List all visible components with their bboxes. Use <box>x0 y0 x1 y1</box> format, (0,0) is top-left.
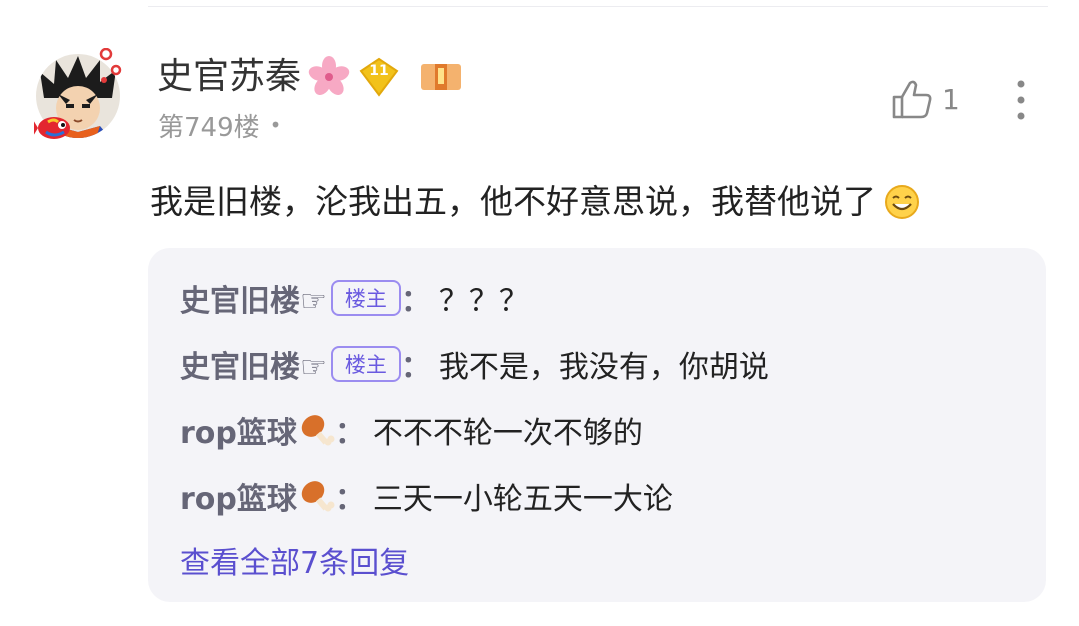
reply-item[interactable]: 史官旧楼☞ 楼主 ： 我不是，我没有，你胡说 <box>180 340 769 388</box>
level-badge-icon: 11 <box>357 57 401 97</box>
comment-content: 我是旧楼，沦我出五，他不好意思说，我替他说了 <box>150 178 1060 226</box>
owner-badge: 楼主 <box>330 280 401 316</box>
floor-dot: • <box>269 113 282 137</box>
reply-text: ？？？ <box>438 284 529 319</box>
drumstick-icon <box>301 415 335 446</box>
reply-text: 三天一小轮五天一大论 <box>372 482 673 517</box>
koi-fish-icon <box>34 117 70 139</box>
reply-item[interactable]: rop篮球 ： 不不不轮一次不够的 <box>180 406 643 454</box>
comment-text: 我是旧楼，沦我出五，他不好意思说，我替他说了 <box>150 182 876 221</box>
reply-colon: ： <box>400 284 431 319</box>
medal-icon <box>421 64 462 90</box>
username-row: 史官苏秦 11 <box>157 52 463 102</box>
reply-colon: ： <box>334 416 365 451</box>
reply-item[interactable]: rop篮球 ： 三天一小轮五天一大论 <box>180 472 673 520</box>
reply-username[interactable]: rop篮球 <box>180 474 297 518</box>
drumstick-icon <box>301 481 335 512</box>
smile-emoji-icon <box>885 185 919 219</box>
reply-item[interactable]: 史官旧楼☞ 楼主 ： ？？？ <box>180 274 529 322</box>
owner-badge: 楼主 <box>330 346 401 382</box>
reply-text: 我不是，我没有，你胡说 <box>438 350 769 385</box>
floor-info: 第749楼 • <box>158 108 282 143</box>
reply-username[interactable]: 史官旧楼☞ <box>180 342 327 386</box>
reply-colon: ： <box>334 482 365 517</box>
level-number: 11 <box>369 63 389 79</box>
top-divider <box>148 6 1048 7</box>
like-button[interactable]: 1 <box>890 74 960 124</box>
reply-username[interactable]: rop篮球 <box>180 408 297 452</box>
more-vertical-icon[interactable] <box>1006 78 1036 122</box>
reply-colon: ： <box>400 350 431 385</box>
reply-username[interactable]: 史官旧楼☞ <box>180 276 327 320</box>
thumbs-up-icon <box>892 80 932 119</box>
floor-number: 第749楼 <box>158 112 260 143</box>
reply-text: 不不不轮一次不够的 <box>372 416 643 451</box>
like-count: 1 <box>942 82 960 116</box>
avatar-flair-icon <box>99 48 122 83</box>
view-all-replies-link[interactable]: 查看全部7条回复 <box>180 536 409 584</box>
flower-icon <box>308 56 350 95</box>
username[interactable]: 史官苏秦 <box>157 52 301 102</box>
reply-box: 史官旧楼☞ 楼主 ： ？？？ 史官旧楼☞ 楼主 ： 我不是，我没有，你胡说 ro… <box>148 248 1046 602</box>
